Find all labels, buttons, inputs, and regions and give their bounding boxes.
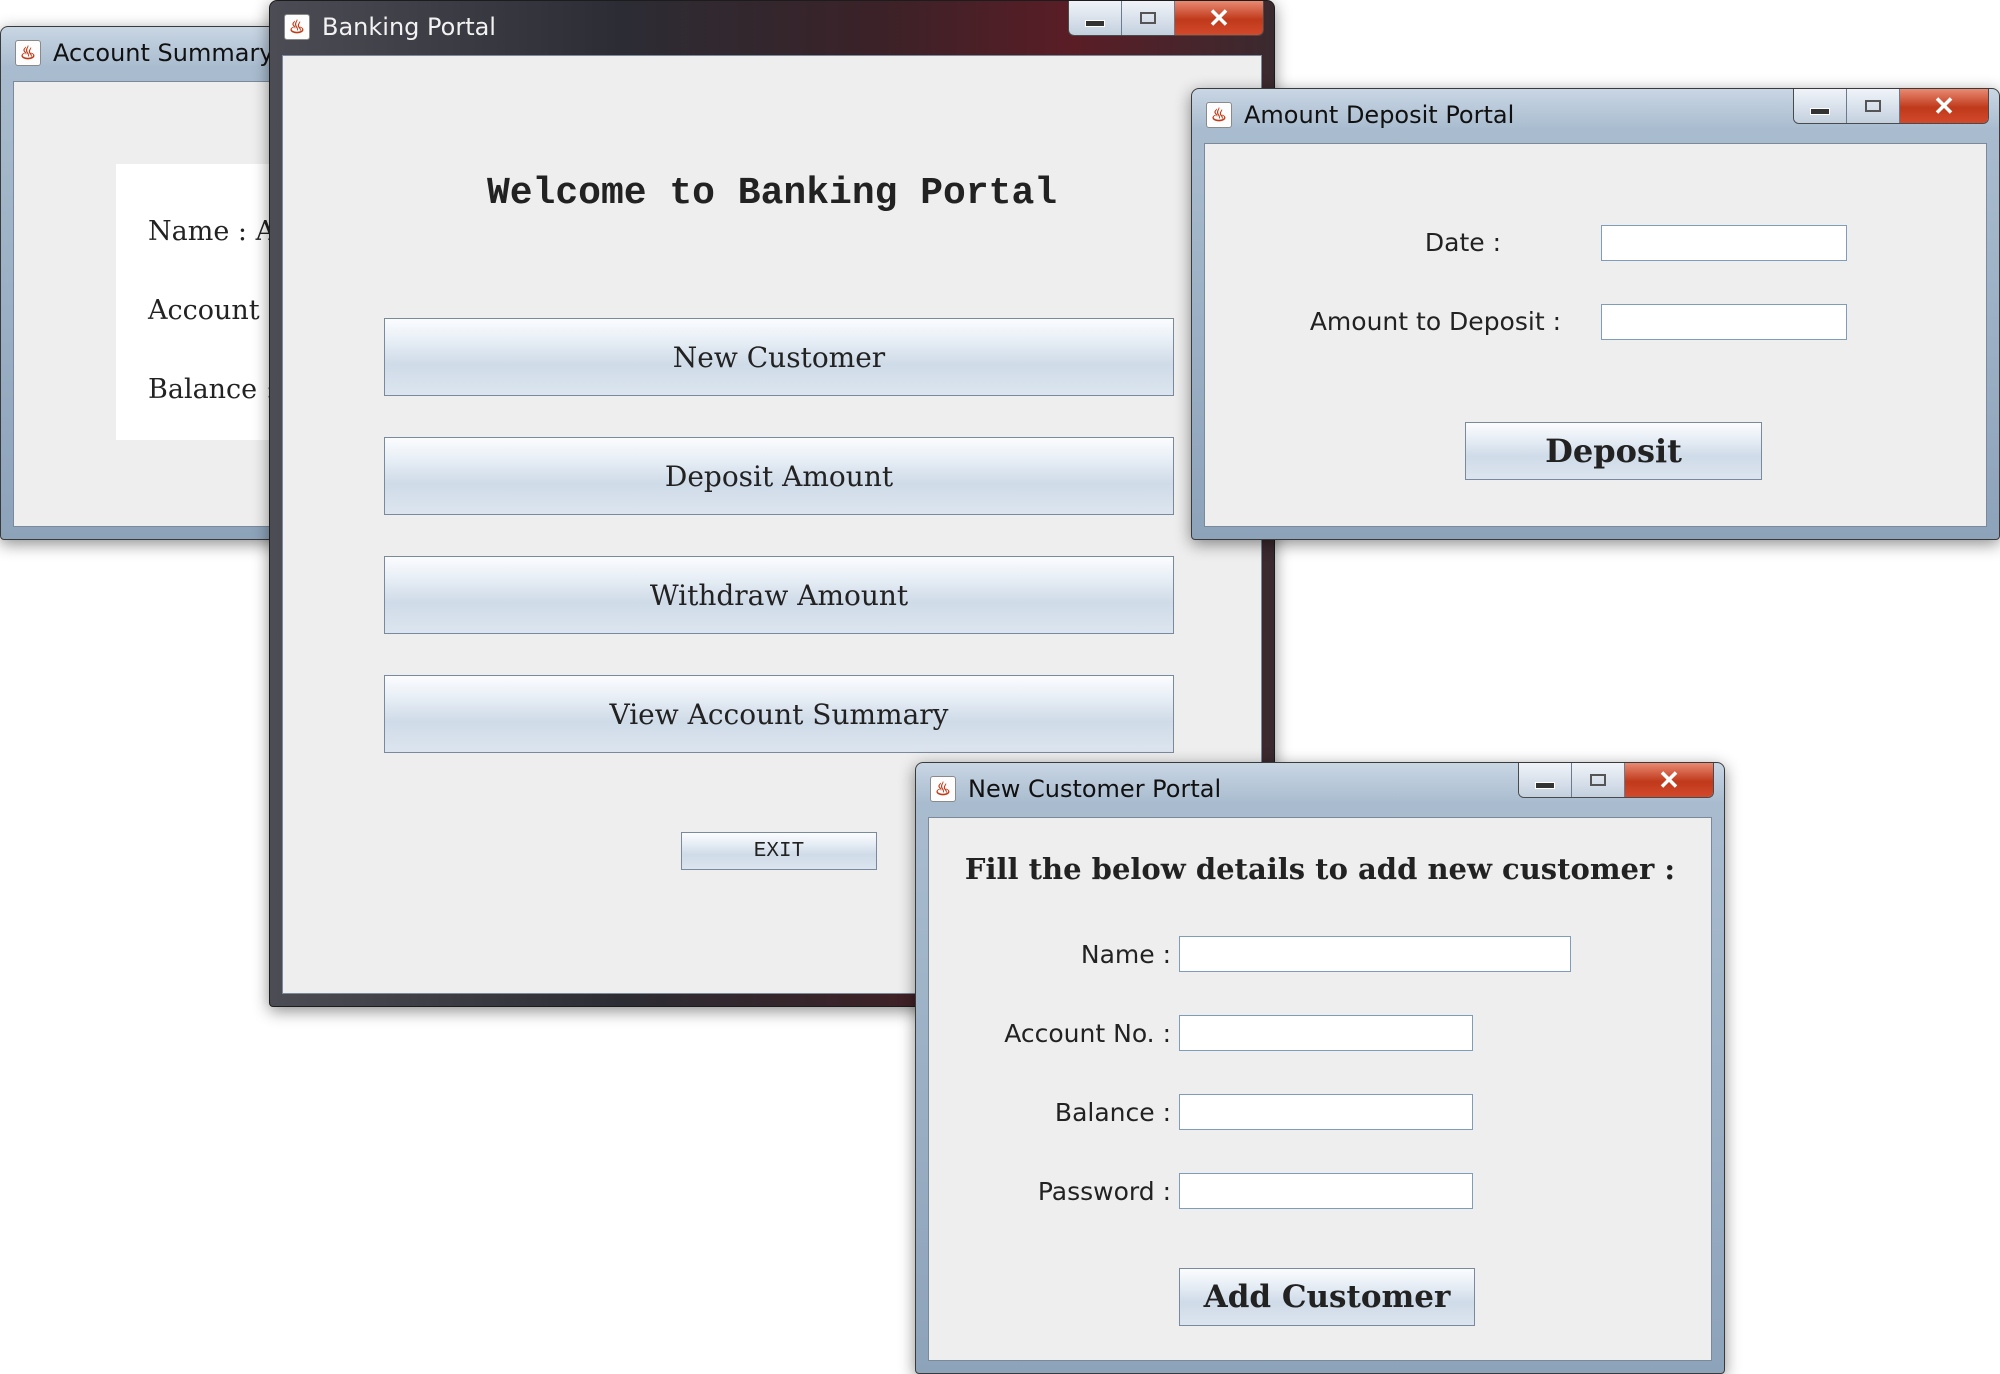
deposit-portal-window-controls: ✕ (1793, 89, 1989, 124)
new-customer-portal-titlebar[interactable]: ♨ New Customer Portal ✕ (916, 763, 1724, 815)
name-input[interactable] (1179, 936, 1571, 972)
minimize-button[interactable] (1519, 763, 1572, 797)
close-icon: ✕ (1208, 2, 1230, 33)
close-button[interactable]: ✕ (1175, 1, 1263, 35)
maximize-button[interactable] (1122, 1, 1175, 35)
account-summary-account-label: Account N (148, 295, 287, 326)
deposit-portal-window: ♨ Amount Deposit Portal ✕ Date : Amount … (1191, 88, 2000, 540)
balance-input[interactable] (1179, 1094, 1473, 1130)
minimize-button[interactable] (1069, 1, 1122, 35)
account-summary-balance-label: Balance : (148, 374, 275, 405)
account-summary-title: Account Summary (53, 39, 274, 67)
minimize-icon (1085, 19, 1105, 27)
maximize-icon (1590, 774, 1606, 786)
deposit-portal-title: Amount Deposit Portal (1244, 101, 1515, 129)
close-button[interactable]: ✕ (1900, 89, 1988, 123)
close-button[interactable]: ✕ (1625, 763, 1713, 797)
new-customer-portal-client: Fill the below details to add new custom… (928, 817, 1712, 1361)
new-customer-button[interactable]: New Customer (384, 318, 1174, 396)
banking-portal-window-controls: ✕ (1068, 1, 1264, 36)
java-app-icon: ♨ (15, 40, 41, 66)
close-icon: ✕ (1658, 764, 1680, 795)
deposit-portal-client: Date : Amount to Deposit : Deposit (1204, 143, 1987, 527)
date-label: Date : (1424, 228, 1501, 257)
amount-to-deposit-input[interactable] (1601, 304, 1847, 340)
view-account-summary-button[interactable]: View Account Summary (384, 675, 1174, 753)
deposit-portal-titlebar[interactable]: ♨ Amount Deposit Portal ✕ (1192, 89, 1999, 141)
minimize-icon (1810, 107, 1830, 115)
deposit-button[interactable]: Deposit (1465, 422, 1762, 480)
account-summary-name-label: Name : A (148, 216, 276, 247)
account-summary-client: Name : A Account N Balance : (13, 81, 287, 527)
account-summary-titlebar[interactable]: ♨ Account Summary (1, 27, 299, 79)
account-summary-panel: Name : A Account N Balance : (116, 164, 287, 440)
account-no-label: Account No. : (1004, 1019, 1171, 1048)
date-input[interactable] (1601, 225, 1847, 261)
account-summary-window: ♨ Account Summary Name : A Account N Bal… (0, 26, 300, 540)
balance-label: Balance : (1054, 1098, 1171, 1127)
deposit-amount-button[interactable]: Deposit Amount (384, 437, 1174, 515)
new-customer-portal-title: New Customer Portal (968, 775, 1222, 803)
exit-button[interactable]: EXIT (681, 832, 877, 870)
maximize-button[interactable] (1572, 763, 1625, 797)
maximize-button[interactable] (1847, 89, 1900, 123)
maximize-icon (1140, 12, 1156, 24)
java-app-icon: ♨ (930, 776, 956, 802)
add-customer-button[interactable]: Add Customer (1179, 1268, 1475, 1326)
password-label: Password : (1037, 1177, 1171, 1206)
banking-portal-heading: Welcome to Banking Portal (486, 172, 1058, 215)
password-input[interactable] (1179, 1173, 1473, 1209)
minimize-button[interactable] (1794, 89, 1847, 123)
account-no-input[interactable] (1179, 1015, 1473, 1051)
minimize-icon (1535, 781, 1555, 789)
name-label: Name : (1080, 940, 1171, 969)
banking-portal-title: Banking Portal (322, 13, 496, 41)
maximize-icon (1865, 100, 1881, 112)
close-icon: ✕ (1933, 90, 1955, 121)
banking-portal-titlebar[interactable]: ♨ Banking Portal ✕ (270, 1, 1274, 53)
java-app-icon: ♨ (1206, 102, 1232, 128)
new-customer-portal-window: ♨ New Customer Portal ✕ Fill the below d… (915, 762, 1725, 1374)
java-app-icon: ♨ (284, 14, 310, 40)
new-customer-portal-window-controls: ✕ (1518, 763, 1714, 798)
withdraw-amount-button[interactable]: Withdraw Amount (384, 556, 1174, 634)
amount-to-deposit-label: Amount to Deposit : (1309, 307, 1561, 336)
new-customer-heading: Fill the below details to add new custom… (964, 852, 1676, 886)
